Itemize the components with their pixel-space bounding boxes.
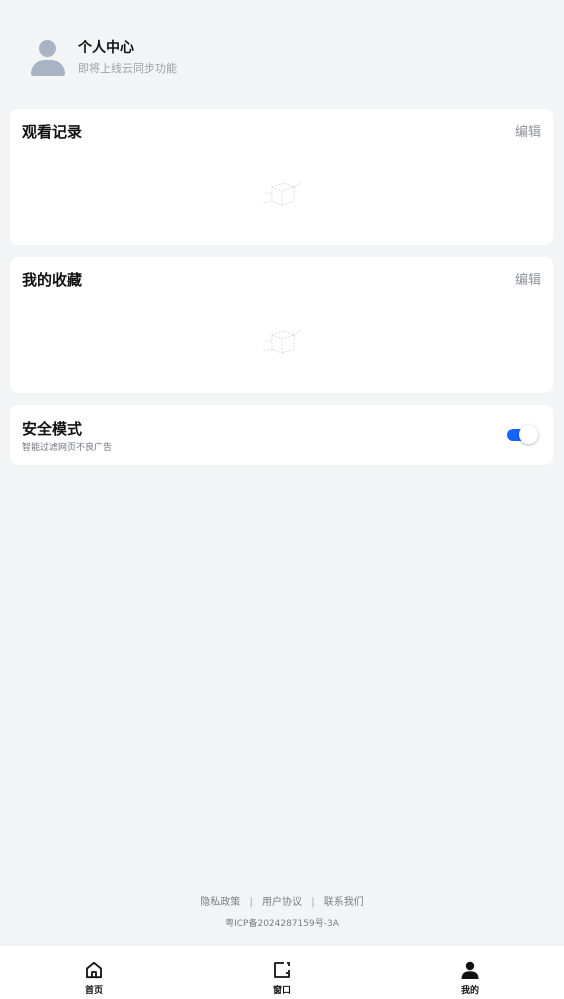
safe-mode-title: 安全模式 — [22, 420, 83, 438]
user-icon — [461, 961, 479, 979]
footer-separator: | — [249, 897, 253, 908]
safe-mode-toggle[interactable] — [507, 425, 539, 445]
nav-item-window[interactable]: 窗口 — [188, 946, 376, 999]
footer-separator: | — [311, 897, 315, 908]
home-icon — [86, 961, 102, 979]
window-icon — [274, 962, 290, 978]
empty-box-icon — [261, 328, 303, 354]
profile-subtitle: 即将上线云同步功能 — [78, 62, 177, 75]
nav-label-home: 首页 — [84, 986, 103, 996]
nav-item-home[interactable]: 首页 — [0, 946, 188, 999]
icp-license: 粤ICP备2024287159号-3A — [225, 919, 339, 929]
nav-item-mine[interactable]: 我的 — [376, 946, 564, 999]
profile-header[interactable]: 个人中心 即将上线云同步功能 — [30, 38, 177, 78]
safe-mode-subtitle: 智能过滤网页不良广告 — [22, 443, 113, 453]
empty-box-icon — [261, 180, 303, 206]
nav-label-window: 窗口 — [272, 986, 291, 996]
privacy-policy-link[interactable]: 隐私政策 — [200, 897, 240, 908]
safe-mode-card: 安全模式 智能过滤网页不良广告 — [10, 405, 553, 465]
favorites-title: 我的收藏 — [22, 271, 83, 289]
history-title: 观看记录 — [22, 123, 83, 141]
bottom-nav: 首页 窗口 我的 — [0, 946, 564, 999]
history-card: 观看记录 编辑 — [10, 109, 553, 245]
footer-links: 隐私政策 | 用户协议 | 联系我们 — [0, 893, 564, 908]
favorites-edit-button[interactable]: 编辑 — [515, 269, 541, 288]
profile-text: 个人中心 即将上线云同步功能 — [78, 38, 177, 78]
profile-name: 个人中心 — [78, 40, 134, 56]
contact-us-link[interactable]: 联系我们 — [324, 897, 364, 908]
user-agreement-link[interactable]: 用户协议 — [262, 897, 302, 908]
avatar — [30, 38, 66, 78]
nav-label-mine: 我的 — [460, 986, 479, 996]
favorites-card: 我的收藏 编辑 — [10, 257, 553, 393]
history-edit-button[interactable]: 编辑 — [515, 121, 541, 140]
